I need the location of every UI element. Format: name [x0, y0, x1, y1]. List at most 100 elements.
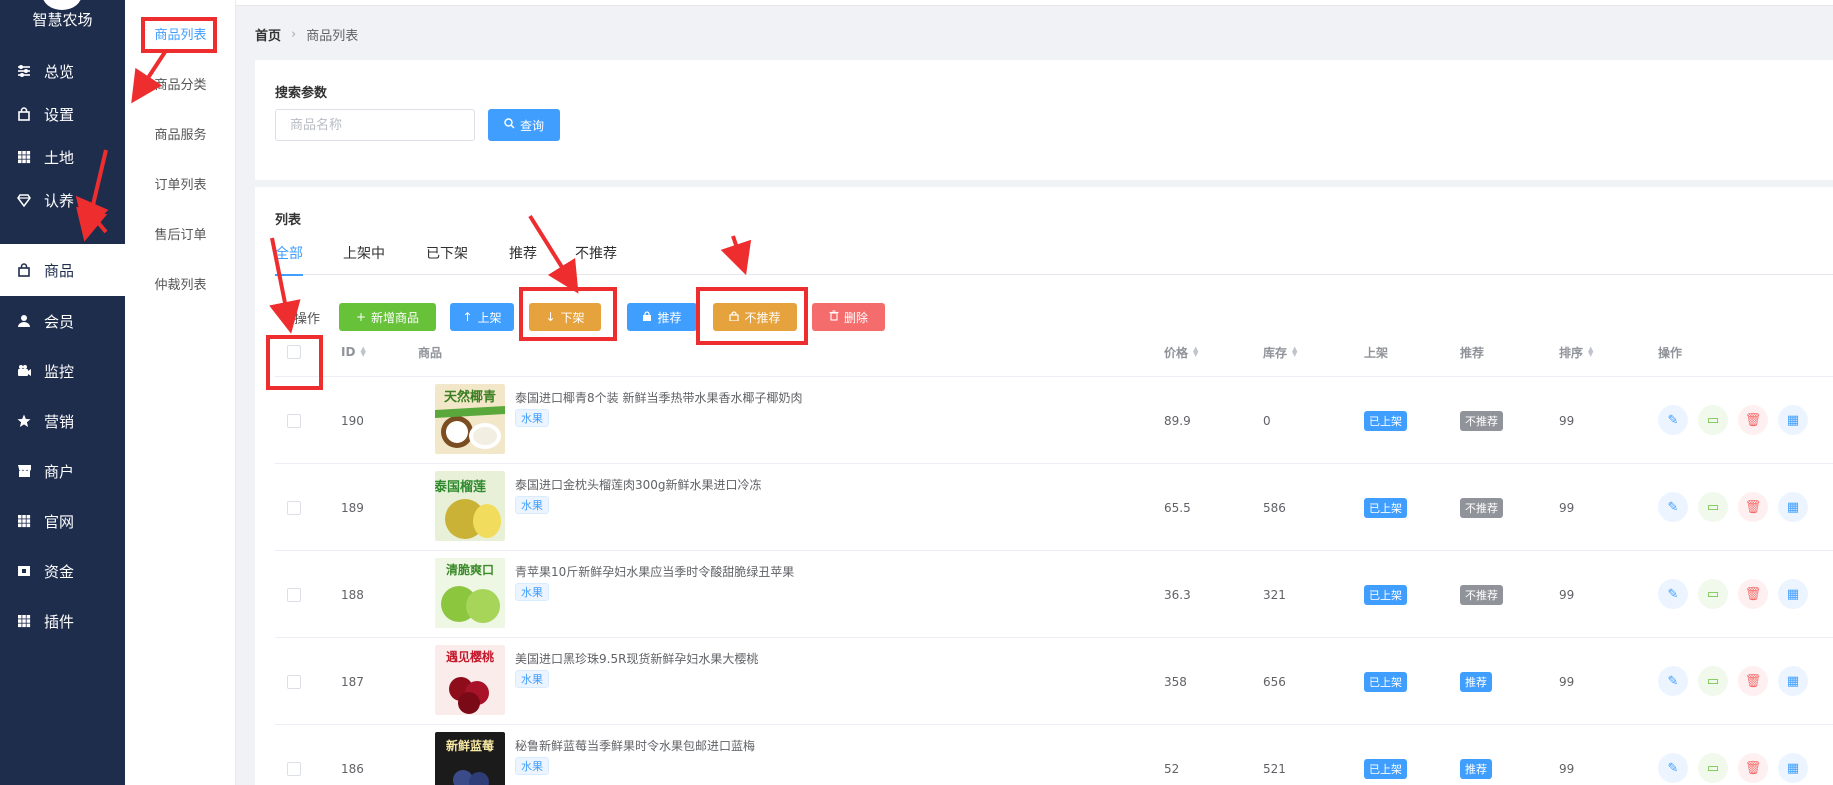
- breadcrumb-home[interactable]: 首页: [255, 25, 281, 44]
- shelf-status-badge[interactable]: 已上架: [1364, 758, 1407, 779]
- qrcode-icon[interactable]: ▦: [1778, 579, 1808, 609]
- row-id: 186: [341, 761, 364, 776]
- tab-on-shelf[interactable]: 上架中: [343, 243, 385, 275]
- video-icon[interactable]: ▭: [1698, 492, 1728, 522]
- col-sort[interactable]: 排序 ▲ ▼: [1559, 327, 1593, 377]
- row-select-cell: [287, 377, 301, 464]
- row-checkbox[interactable]: [287, 500, 301, 515]
- unrecommend-label: 不推荐: [744, 310, 781, 325]
- col-price[interactable]: 价格 ▲ ▼: [1164, 327, 1198, 377]
- qrcode-icon[interactable]: ▦: [1778, 492, 1808, 522]
- edit-icon[interactable]: ✎: [1658, 753, 1688, 783]
- edit-icon[interactable]: ✎: [1658, 405, 1688, 435]
- shelf-status-badge[interactable]: 已上架: [1364, 410, 1407, 431]
- row-stock: 0: [1263, 413, 1271, 428]
- row-stock: 656: [1263, 674, 1286, 689]
- trash-icon[interactable]: 🗑: [1738, 405, 1768, 435]
- product-category-tag: 水果: [515, 583, 549, 601]
- list-title: 列表: [275, 213, 302, 228]
- qrcode-icon[interactable]: ▦: [1778, 405, 1808, 435]
- video-icon[interactable]: ▭: [1698, 666, 1728, 696]
- edit-icon[interactable]: ✎: [1658, 579, 1688, 609]
- qrcode-icon[interactable]: ▦: [1778, 666, 1808, 696]
- sidebar-item-monitor[interactable]: 监控: [0, 346, 125, 396]
- subnav-item-goods-category[interactable]: 商品分类: [125, 58, 236, 108]
- col-stock[interactable]: 库存 ▲ ▼: [1263, 327, 1297, 377]
- tab-all[interactable]: 全部: [275, 243, 303, 276]
- subnav-item-goods-list[interactable]: 商品列表: [125, 8, 236, 58]
- edit-icon[interactable]: ✎: [1658, 666, 1688, 696]
- sliders-icon: [16, 63, 32, 79]
- sidebar-item-funds[interactable]: 资金: [0, 546, 125, 596]
- main-sidebar: 智慧农场 总览 设置 土地 认养 商品 会员 监控 营销 商户 官网 资金 插件: [0, 0, 125, 785]
- product-name[interactable]: 泰国进口金枕头榴莲肉300g新鲜水果进口冷冻: [515, 476, 762, 493]
- edit-icon[interactable]: ✎: [1658, 492, 1688, 522]
- row-checkbox[interactable]: [287, 761, 301, 776]
- sidebar-item-label: 插件: [44, 612, 75, 631]
- subnav-item-arbitration[interactable]: 仲裁列表: [125, 258, 236, 308]
- sidebar-item-goods[interactable]: 商品: [0, 244, 125, 296]
- sidebar-item-label: 商品: [44, 261, 75, 280]
- row-select-cell: [287, 725, 301, 785]
- trash-icon[interactable]: 🗑: [1738, 666, 1768, 696]
- query-button[interactable]: 查询: [488, 109, 560, 141]
- tab-recommended[interactable]: 推荐: [509, 243, 537, 275]
- bag-icon: [16, 262, 32, 278]
- sidebar-item-members[interactable]: 会员: [0, 296, 125, 346]
- sidebar-item-marketing[interactable]: 营销: [0, 396, 125, 446]
- recommend-status-badge[interactable]: 不推荐: [1460, 497, 1503, 518]
- product-name-input[interactable]: [275, 109, 475, 141]
- shelf-status-badge[interactable]: 已上架: [1364, 671, 1407, 692]
- svg-text:新鲜蓝莓: 新鲜蓝莓: [446, 738, 494, 753]
- qrcode-icon[interactable]: ▦: [1778, 753, 1808, 783]
- sort-icon: ▲ ▼: [1193, 345, 1199, 358]
- tab-off-shelf[interactable]: 已下架: [426, 243, 468, 275]
- row-sort: 99: [1559, 587, 1575, 602]
- trash-icon[interactable]: 🗑: [1738, 753, 1768, 783]
- recommend-status-badge[interactable]: 不推荐: [1460, 410, 1503, 431]
- row-sort: 99: [1559, 413, 1575, 428]
- video-icon[interactable]: ▭: [1698, 579, 1728, 609]
- subnav-item-after-sale[interactable]: 售后订单: [125, 208, 236, 258]
- sidebar-item-website[interactable]: 官网: [0, 496, 125, 546]
- sort-icon: ▲ ▼: [1292, 345, 1298, 358]
- product-name[interactable]: 美国进口黑珍珠9.5R现货新鲜孕妇水果大樱桃: [515, 650, 758, 667]
- subnav-item-goods-service[interactable]: 商品服务: [125, 108, 236, 158]
- shelf-status-badge[interactable]: 已上架: [1364, 497, 1407, 518]
- recommend-label: 推荐: [657, 310, 682, 325]
- trash-icon[interactable]: 🗑: [1738, 492, 1768, 522]
- sidebar-item-merchant[interactable]: 商户: [0, 446, 125, 496]
- product-thumbnail: 泰国榴莲: [435, 471, 505, 541]
- row-checkbox[interactable]: [287, 587, 301, 602]
- store-icon: [16, 463, 32, 479]
- trash-icon[interactable]: 🗑: [1738, 579, 1768, 609]
- col-id[interactable]: ID ▲ ▼: [341, 327, 366, 377]
- tab-not-recommended[interactable]: 不推荐: [575, 243, 617, 275]
- search-title: 搜索参数: [275, 86, 328, 101]
- recommend-status-badge[interactable]: 推荐: [1460, 671, 1492, 692]
- product-name[interactable]: 泰国进口椰青8个装 新鲜当季热带水果香水椰子椰奶肉: [515, 389, 802, 406]
- video-icon[interactable]: ▭: [1698, 405, 1728, 435]
- shelf-status-badge[interactable]: 已上架: [1364, 584, 1407, 605]
- bag-icon: [16, 106, 32, 122]
- row-checkbox[interactable]: [287, 674, 301, 689]
- sidebar-item-plugins[interactable]: 插件: [0, 596, 125, 646]
- list-card: 列表 全部 上架中 已下架 推荐 不推荐 操作 + 新增商品 ↑ 上架 ↓ 下架…: [255, 187, 1833, 785]
- col-shelf-label: 上架: [1364, 345, 1389, 360]
- recommend-status-badge[interactable]: 推荐: [1460, 758, 1492, 779]
- svg-text:天然椰青: 天然椰青: [444, 389, 496, 405]
- row-price: 36.3: [1164, 587, 1191, 602]
- product-name[interactable]: 秘鲁新鲜蓝莓当季鲜果时令水果包邮进口蓝梅: [515, 737, 755, 754]
- subnav-item-order-list[interactable]: 订单列表: [125, 158, 236, 208]
- main-content: 首页 › 商品列表 搜索参数 查询 列表 全部 上架中 已下架 推荐 不推荐 操…: [236, 0, 1833, 785]
- breadcrumb: 首页 › 商品列表: [255, 25, 358, 44]
- svg-text:遇见樱桃: 遇见樱桃: [446, 649, 494, 664]
- row-checkbox[interactable]: [287, 413, 301, 428]
- video-icon[interactable]: ▭: [1698, 753, 1728, 783]
- product-name[interactable]: 青苹果10斤新鲜孕妇水果应当季时令酸甜脆绿丑苹果: [515, 563, 794, 580]
- row-sort: 99: [1559, 761, 1575, 776]
- recommend-status-badge[interactable]: 不推荐: [1460, 584, 1503, 605]
- row-stock: 586: [1263, 500, 1286, 515]
- sidebar-item-adopt[interactable]: 认养: [0, 175, 125, 225]
- select-all-checkbox[interactable]: [287, 345, 301, 359]
